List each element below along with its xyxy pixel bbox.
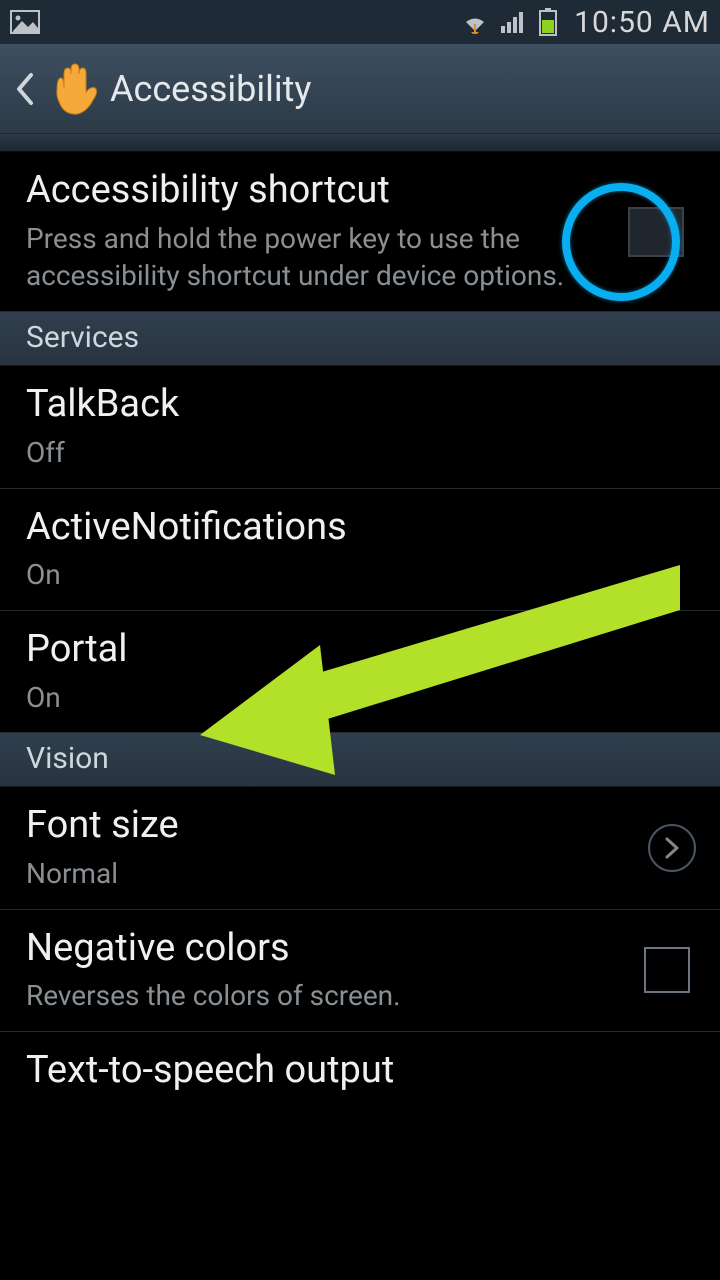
item-text-to-speech[interactable]: Text-to-speech output: [0, 1032, 720, 1110]
battery-icon: [538, 8, 558, 36]
accessibility-shortcut-checkbox[interactable]: [628, 207, 684, 257]
item-subtitle: Press and hold the power key to use the …: [26, 220, 586, 296]
item-status: On: [26, 556, 586, 594]
item-font-size[interactable]: Font size Normal: [0, 787, 720, 909]
item-title: Portal: [26, 627, 694, 673]
item-title: ActiveNotifications: [26, 505, 694, 551]
item-status: Off: [26, 434, 586, 472]
page-title: Accessibility: [110, 68, 311, 110]
picture-icon: [10, 10, 40, 34]
item-negative-colors[interactable]: Negative colors Reverses the colors of s…: [0, 910, 720, 1032]
settings-list: Accessibility shortcut Press and hold th…: [0, 152, 720, 1110]
chevron-right-icon: [648, 824, 696, 872]
signal-icon: [500, 10, 528, 34]
negative-colors-checkbox[interactable]: [644, 947, 690, 993]
item-title: Negative colors: [26, 926, 694, 972]
status-bar: 10:50 AM: [0, 0, 720, 44]
item-active-notifications[interactable]: ActiveNotifications On: [0, 489, 720, 611]
item-title: Accessibility shortcut: [26, 168, 694, 214]
item-talkback[interactable]: TalkBack Off: [0, 366, 720, 488]
item-status: On: [26, 679, 586, 717]
header-divider: [0, 134, 720, 152]
clock: 10:50 AM: [574, 5, 710, 40]
back-button[interactable]: [10, 64, 40, 114]
wifi-icon: [460, 10, 490, 34]
accessibility-hand-icon: [44, 59, 104, 119]
item-value: Normal: [26, 855, 586, 893]
item-portal[interactable]: Portal On: [0, 611, 720, 733]
header-bar: Accessibility: [0, 44, 720, 134]
item-title: Font size: [26, 803, 694, 849]
item-subtitle: Reverses the colors of screen.: [26, 977, 586, 1015]
item-title: Text-to-speech output: [26, 1048, 694, 1094]
item-title: TalkBack: [26, 382, 694, 428]
item-accessibility-shortcut[interactable]: Accessibility shortcut Press and hold th…: [0, 152, 720, 312]
section-header-services: Services: [0, 312, 720, 366]
section-header-vision: Vision: [0, 733, 720, 787]
